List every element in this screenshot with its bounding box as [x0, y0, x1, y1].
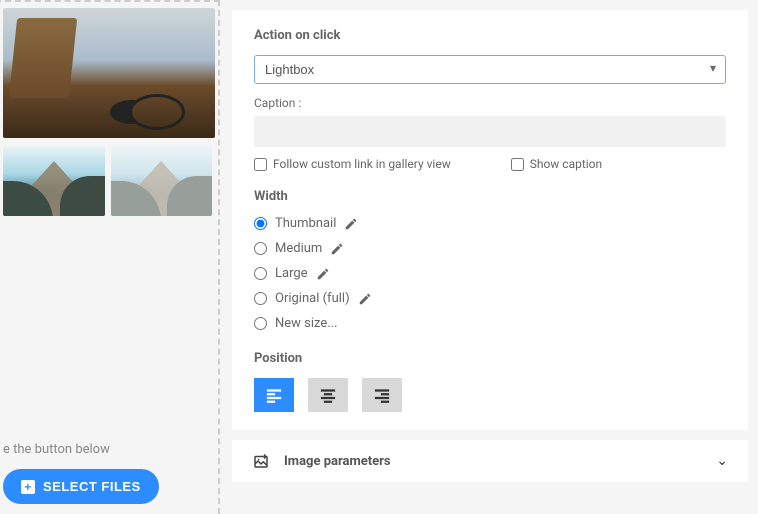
- caption-label: Caption :: [254, 96, 726, 110]
- pencil-icon[interactable]: [344, 217, 358, 231]
- thumbnail-image[interactable]: [111, 146, 213, 216]
- image-parameters-title: Image parameters: [284, 454, 702, 469]
- align-right-button[interactable]: [362, 378, 402, 412]
- chevron-down-icon: ⌄: [716, 453, 728, 469]
- width-label: Width: [254, 189, 726, 204]
- align-left-icon: [265, 386, 283, 404]
- align-left-button[interactable]: [254, 378, 294, 412]
- width-radio-thumbnail[interactable]: Thumbnail: [254, 216, 726, 231]
- pencil-icon[interactable]: [316, 267, 330, 281]
- image-parameters-accordion[interactable]: Image parameters ⌄: [232, 440, 748, 482]
- action-on-click-select[interactable]: Lightbox: [254, 55, 726, 84]
- align-center-button[interactable]: [308, 378, 348, 412]
- settings-card: Action on click Lightbox Caption : Follo…: [232, 10, 748, 430]
- select-files-label: SELECT FILES: [43, 479, 141, 494]
- action-on-click-label: Action on click: [254, 28, 726, 43]
- select-files-button[interactable]: + SELECT FILES: [3, 469, 159, 504]
- width-radio-original[interactable]: Original (full): [254, 291, 726, 306]
- thumbnail-image[interactable]: [3, 8, 215, 138]
- thumbnail-image[interactable]: [3, 146, 105, 216]
- caption-input[interactable]: [254, 116, 726, 147]
- follow-custom-link-checkbox[interactable]: Follow custom link in gallery view: [254, 157, 451, 171]
- pencil-icon[interactable]: [330, 242, 344, 256]
- upload-hint: e the button below: [3, 442, 159, 457]
- width-radio-medium[interactable]: Medium: [254, 241, 726, 256]
- align-right-icon: [373, 386, 391, 404]
- position-label: Position: [254, 351, 726, 366]
- show-caption-checkbox[interactable]: Show caption: [511, 157, 602, 171]
- upload-dropzone[interactable]: e the button below + SELECT FILES: [0, 0, 220, 514]
- width-radio-newsize[interactable]: New size...: [254, 316, 726, 331]
- pencil-icon[interactable]: [358, 292, 372, 306]
- plus-icon: +: [21, 480, 35, 494]
- align-center-icon: [319, 386, 337, 404]
- width-radio-large[interactable]: Large: [254, 266, 726, 281]
- add-image-icon: [252, 452, 270, 470]
